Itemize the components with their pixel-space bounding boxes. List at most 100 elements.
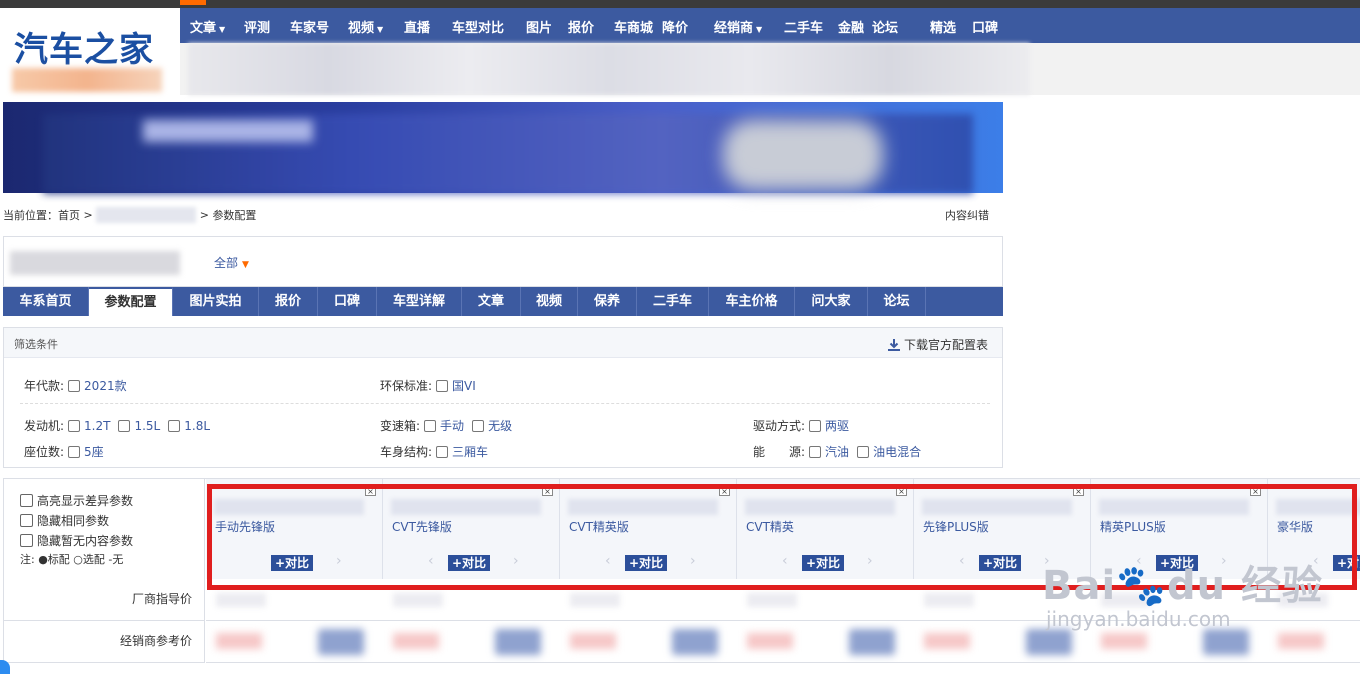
- download-config-link[interactable]: 下载官方配置表: [887, 336, 988, 353]
- close-icon[interactable]: ×: [542, 487, 553, 496]
- tab[interactable]: 保养: [578, 287, 637, 316]
- hide-same-option[interactable]: 隐藏相同参数: [20, 512, 109, 529]
- nav-item[interactable]: 直播: [404, 17, 430, 36]
- filter-checkbox[interactable]: [168, 420, 181, 432]
- inquiry-button-blurred[interactable]: [495, 629, 541, 655]
- inquiry-button-blurred[interactable]: [1026, 629, 1072, 655]
- nav-item[interactable]: 精选: [930, 17, 956, 36]
- nav-item[interactable]: 降价: [662, 17, 688, 36]
- filter-option-label[interactable]: 5座: [84, 445, 104, 459]
- add-compare-button[interactable]: +对比: [625, 555, 668, 571]
- ad-banner[interactable]: [3, 102, 1003, 194]
- inquiry-button-blurred[interactable]: [849, 629, 895, 655]
- close-icon[interactable]: ×: [1073, 487, 1084, 496]
- filter-checkbox[interactable]: [472, 420, 485, 432]
- filter-checkbox[interactable]: [809, 446, 822, 458]
- breadcrumb-home[interactable]: 首页: [58, 209, 80, 222]
- move-right-icon[interactable]: ›: [1044, 553, 1050, 569]
- nav-item[interactable]: 经销商 ▼: [714, 17, 762, 36]
- nav-item[interactable]: 报价: [568, 17, 594, 36]
- nav-item[interactable]: 金融: [838, 17, 864, 36]
- filter-checkbox[interactable]: [118, 420, 131, 432]
- tab[interactable]: 视频: [521, 287, 578, 316]
- close-icon[interactable]: ×: [1250, 487, 1261, 496]
- car-trim-name[interactable]: 豪华版: [1277, 518, 1313, 535]
- tab[interactable]: 车主价格: [709, 287, 795, 316]
- move-left-icon[interactable]: ‹: [428, 553, 434, 569]
- tab[interactable]: 口碑: [318, 287, 377, 316]
- filter-checkbox[interactable]: [68, 380, 81, 392]
- filter-option-label[interactable]: 汽油: [825, 445, 849, 459]
- nav-item[interactable]: 评测: [244, 17, 270, 36]
- series-all-dropdown[interactable]: 全部 ▼: [214, 254, 249, 271]
- nav-item[interactable]: 车家号: [290, 17, 329, 36]
- nav-item[interactable]: 视频 ▼: [348, 17, 383, 36]
- filter-checkbox[interactable]: [436, 446, 449, 458]
- add-compare-button[interactable]: +对比: [802, 555, 845, 571]
- move-right-icon[interactable]: ›: [867, 553, 873, 569]
- move-right-icon[interactable]: ›: [1221, 553, 1227, 569]
- highlight-diff-option[interactable]: 高亮显示差异参数: [20, 492, 133, 509]
- move-left-icon[interactable]: ‹: [1313, 553, 1319, 569]
- tab[interactable]: 车系首页: [3, 287, 89, 316]
- add-compare-button[interactable]: +对比: [1333, 555, 1360, 571]
- filter-option-label[interactable]: 油电混合: [873, 445, 921, 459]
- car-trim-name[interactable]: CVT精英版: [569, 518, 629, 535]
- car-trim-name[interactable]: CVT先锋版: [392, 518, 452, 535]
- close-icon[interactable]: ×: [365, 487, 376, 496]
- filter-checkbox[interactable]: [68, 446, 81, 458]
- tab[interactable]: 车型详解: [377, 287, 462, 316]
- breadcrumb-series-blurred[interactable]: [96, 207, 197, 223]
- site-logo[interactable]: 汽车之家: [0, 8, 172, 94]
- tab[interactable]: 问大家: [795, 287, 868, 316]
- inquiry-button-blurred[interactable]: [1203, 629, 1249, 655]
- add-compare-button[interactable]: +对比: [1156, 555, 1199, 571]
- nav-item[interactable]: 二手车: [784, 17, 823, 36]
- nav-item[interactable]: 车型对比: [452, 17, 504, 36]
- car-trim-name[interactable]: CVT精英: [746, 518, 794, 535]
- hide-empty-option[interactable]: 隐藏暂无内容参数: [20, 532, 133, 549]
- move-right-icon[interactable]: ›: [690, 553, 696, 569]
- nav-item[interactable]: 文章 ▼: [190, 17, 225, 36]
- nav-item[interactable]: 论坛: [872, 17, 898, 36]
- filter-checkbox[interactable]: [68, 420, 81, 432]
- car-trim-name[interactable]: 手动先锋版: [215, 518, 275, 535]
- checkbox[interactable]: [20, 494, 33, 507]
- move-right-icon[interactable]: ›: [336, 553, 342, 569]
- filter-checkbox[interactable]: [436, 380, 449, 392]
- inquiry-button-blurred[interactable]: [672, 629, 718, 655]
- tab[interactable]: 参数配置: [89, 287, 173, 316]
- content-correction-link[interactable]: 内容纠错: [945, 207, 989, 223]
- tab[interactable]: 二手车: [637, 287, 709, 316]
- add-compare-button[interactable]: +对比: [979, 555, 1022, 571]
- add-compare-button[interactable]: +对比: [271, 555, 314, 571]
- tab[interactable]: 文章: [462, 287, 521, 316]
- tab[interactable]: 报价: [259, 287, 318, 316]
- close-icon[interactable]: ×: [719, 487, 730, 496]
- nav-item[interactable]: 口碑: [972, 17, 998, 36]
- move-left-icon[interactable]: ‹: [782, 553, 788, 569]
- tab[interactable]: 图片实拍: [173, 287, 259, 316]
- move-right-icon[interactable]: ›: [513, 553, 519, 569]
- close-icon[interactable]: ×: [896, 487, 907, 496]
- move-left-icon[interactable]: ‹: [605, 553, 611, 569]
- tab[interactable]: 论坛: [868, 287, 926, 316]
- add-compare-button[interactable]: +对比: [448, 555, 491, 571]
- nav-item[interactable]: 车商城: [614, 17, 653, 36]
- move-left-icon[interactable]: ‹: [959, 553, 965, 569]
- filter-option-label[interactable]: 两驱: [825, 419, 849, 433]
- inquiry-button-blurred[interactable]: [318, 629, 364, 655]
- filter-checkbox[interactable]: [809, 420, 822, 432]
- filter-option-label[interactable]: 无级: [488, 419, 512, 433]
- filter-checkbox[interactable]: [857, 446, 870, 458]
- nav-item[interactable]: 图片: [526, 17, 552, 36]
- car-trim-name[interactable]: 精英PLUS版: [1100, 518, 1166, 535]
- filter-option-label[interactable]: 手动: [440, 419, 464, 433]
- filter-option-label[interactable]: 1.8L: [184, 419, 210, 433]
- filter-option-label[interactable]: 1.2T: [84, 419, 110, 433]
- filter-option-label[interactable]: 2021款: [84, 379, 127, 393]
- move-left-icon[interactable]: ‹: [1136, 553, 1142, 569]
- filter-option-label[interactable]: 三厢车: [452, 445, 488, 459]
- filter-option-label[interactable]: 1.5L: [134, 419, 160, 433]
- car-trim-name[interactable]: 先锋PLUS版: [923, 518, 989, 535]
